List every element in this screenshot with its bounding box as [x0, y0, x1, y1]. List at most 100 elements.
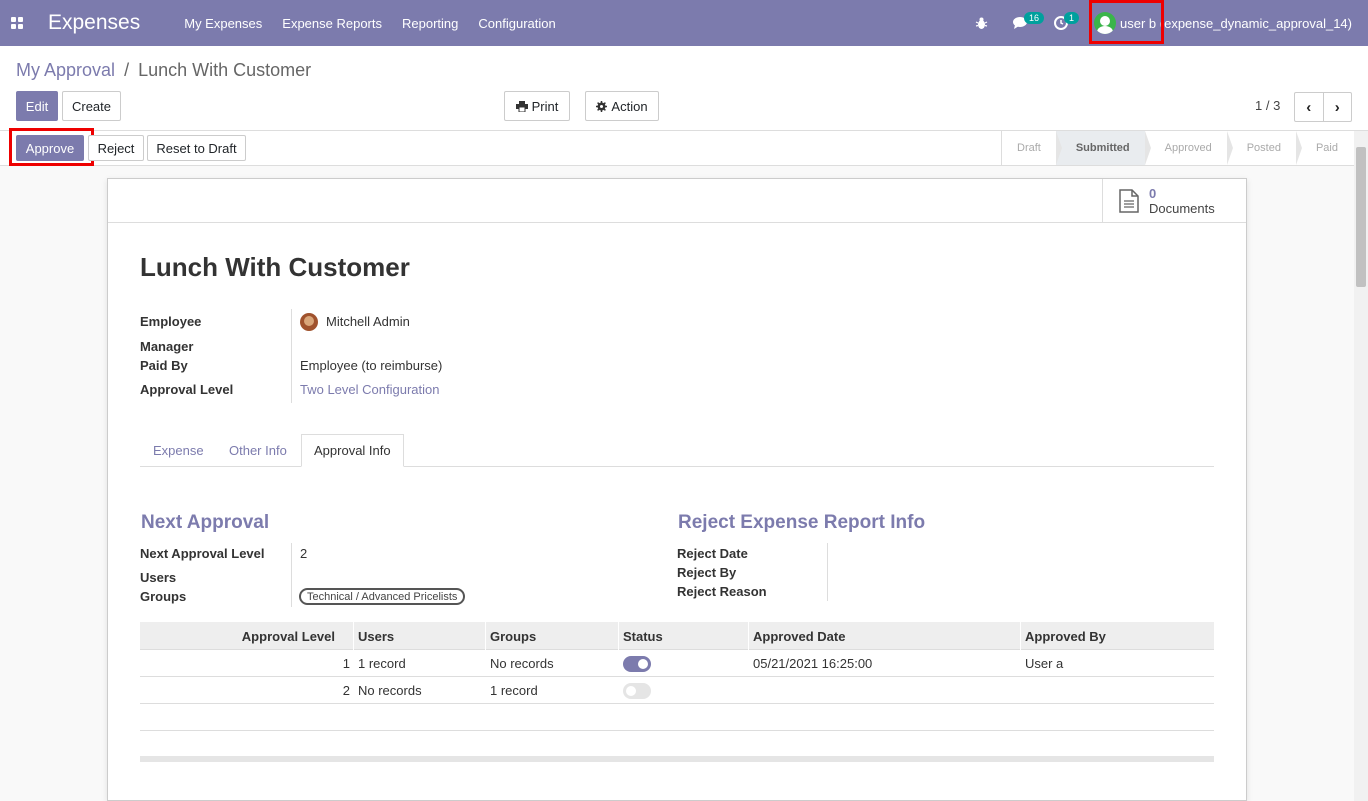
approve-highlight-box	[9, 128, 94, 166]
employee-avatar	[300, 313, 318, 331]
row-approved-by	[1021, 677, 1025, 704]
field-divider	[291, 309, 292, 403]
employee-label: Employee	[140, 314, 202, 329]
documents-label: Documents	[1149, 201, 1215, 216]
row-approved-date	[749, 677, 753, 704]
stage-approved: Approved	[1145, 131, 1233, 165]
action-button[interactable]: Action	[585, 91, 659, 121]
table-row[interactable]: 2 No records 1 record	[140, 677, 1214, 704]
table-header: Approval Level Users Groups Status Appro…	[140, 622, 1214, 650]
paid-by-value[interactable]: Employee (to reimburse)	[300, 358, 442, 373]
create-button[interactable]: Create	[62, 91, 121, 121]
reset-to-draft-button[interactable]: Reset to Draft	[147, 135, 246, 161]
approval-lines-table: Approval Level Users Groups Status Appro…	[140, 622, 1214, 762]
scrollbar-thumb[interactable]	[1356, 147, 1366, 287]
employee-value[interactable]: Mitchell Admin	[326, 314, 410, 329]
row-approval-level: 1	[342, 656, 350, 671]
activities-clock-icon[interactable]: 1	[1049, 0, 1080, 46]
stage-posted: Posted	[1227, 131, 1303, 165]
reject-date-label: Reject Date	[677, 546, 748, 561]
user-avatar-icon	[1094, 12, 1117, 34]
gear-icon	[596, 100, 608, 112]
smart-button-box: 0 Documents	[108, 179, 1246, 223]
breadcrumb: My Approval / Lunch With Customer	[16, 60, 311, 81]
pager-value[interactable]: 1 / 3	[1255, 98, 1280, 113]
user-menu[interactable]: user b (expense_dynamic_approval_14)	[1089, 0, 1368, 46]
tab-approval-info[interactable]: Approval Info	[301, 434, 404, 467]
column-approval-level[interactable]: Approval Level	[140, 622, 354, 650]
reject-by-label: Reject By	[677, 565, 737, 580]
status-toggle[interactable]	[623, 655, 651, 672]
reject-button[interactable]: Reject	[88, 135, 144, 161]
tab-expense[interactable]: Expense	[153, 434, 204, 467]
record-title: Lunch With Customer	[140, 252, 410, 282]
next-approval-level-value: 2	[300, 546, 308, 561]
menu-my-expenses[interactable]: My Expenses	[184, 16, 262, 31]
row-groups: No records	[490, 656, 554, 671]
pager-previous-button[interactable]: ‹	[1295, 93, 1324, 121]
stage-paid: Paid	[1315, 142, 1338, 154]
reject-info-divider	[827, 543, 828, 601]
groups-label: Groups	[140, 589, 187, 604]
row-status	[619, 650, 651, 677]
messages-icon[interactable]: 16	[1009, 0, 1045, 46]
status-stages: Draft Submitted Approved Posted Paid	[1001, 131, 1353, 165]
next-approval-level-label: Next Approval Level	[140, 546, 265, 561]
table-row[interactable]: 1 1 record No records 05/21/2021 16:25:0…	[140, 650, 1214, 677]
apps-menu-icon[interactable]	[0, 0, 34, 46]
row-users: 1 record	[358, 656, 406, 671]
reject-info-title: Reject Expense Report Info	[678, 512, 926, 533]
breadcrumb-separator: /	[124, 60, 130, 80]
menu-reporting[interactable]: Reporting	[402, 16, 458, 31]
form-sheet: 0 Documents Lunch With Customer Employee…	[107, 178, 1247, 801]
row-approved-by: User a	[1025, 656, 1064, 671]
groups-tag[interactable]: Technical / Advanced Pricelists	[299, 588, 466, 605]
approval-level-label: Approval Level	[140, 382, 234, 397]
approval-level-value[interactable]: Two Level Configuration	[300, 382, 439, 397]
manager-label: Manager	[140, 339, 194, 354]
row-approved-date: 05/21/2021 16:25:00	[753, 656, 873, 671]
printer-icon	[515, 100, 528, 112]
menu-configuration[interactable]: Configuration	[478, 16, 555, 31]
debug-bug-icon[interactable]	[969, 0, 993, 46]
messages-count-badge: 16	[1024, 12, 1045, 24]
column-groups[interactable]: Groups	[486, 622, 619, 650]
empty-row	[140, 704, 1214, 731]
app-name[interactable]: Expenses	[48, 11, 140, 35]
document-icon	[1119, 189, 1139, 213]
column-approved-date[interactable]: Approved Date	[749, 622, 1021, 650]
column-users[interactable]: Users	[354, 622, 486, 650]
tab-other-info[interactable]: Other Info	[229, 434, 287, 467]
documents-count: 0	[1149, 186, 1157, 201]
edit-button[interactable]: Edit	[16, 91, 58, 121]
status-toggle[interactable]	[623, 682, 651, 699]
pager-next-button[interactable]: ›	[1324, 93, 1352, 121]
stage-draft: Draft	[1002, 131, 1062, 165]
notebook-tabs: Expense Other Info Approval Info	[140, 434, 1214, 467]
print-button[interactable]: Print	[504, 91, 570, 121]
row-approval-level: 2	[342, 683, 350, 698]
breadcrumb-parent[interactable]: My Approval	[16, 60, 115, 80]
stage-submitted: Submitted	[1055, 131, 1151, 165]
breadcrumb-current: Lunch With Customer	[138, 60, 312, 80]
reject-reason-label: Reject Reason	[677, 584, 767, 599]
row-users: No records	[358, 683, 422, 698]
users-label: Users	[140, 570, 177, 585]
documents-smart-button[interactable]: 0 Documents	[1102, 179, 1246, 223]
control-panel: My Approval / Lunch With Customer Edit C…	[0, 46, 1368, 131]
row-groups: 1 record	[490, 683, 538, 698]
pager-buttons: ‹ ›	[1294, 92, 1352, 122]
next-approval-divider	[291, 543, 292, 607]
paid-by-label: Paid By	[140, 358, 188, 373]
next-approval-title: Next Approval	[141, 512, 270, 533]
column-status[interactable]: Status	[619, 622, 749, 650]
activities-count-badge: 1	[1064, 12, 1080, 24]
column-approved-by[interactable]: Approved By	[1021, 622, 1214, 650]
menu-expense-reports[interactable]: Expense Reports	[282, 16, 382, 31]
action-label: Action	[611, 98, 648, 114]
top-navbar: Expenses My Expenses Expense Reports Rep…	[0, 0, 1368, 46]
table-footer	[140, 756, 1214, 762]
vertical-scrollbar[interactable]	[1354, 131, 1368, 801]
status-bar: Approve Reject Reset to Draft Draft Subm…	[0, 128, 1368, 166]
print-label: Print	[531, 98, 559, 114]
